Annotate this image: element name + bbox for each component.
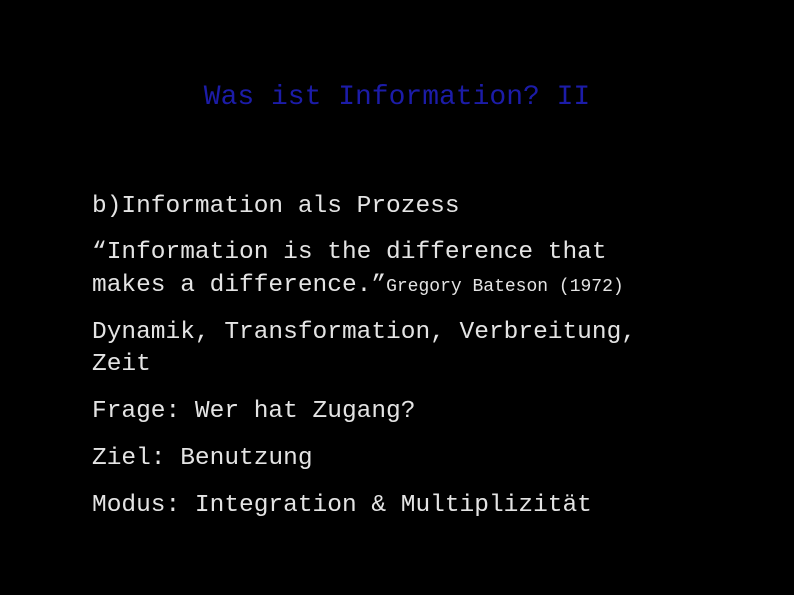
goal-line: Ziel: Benutzung bbox=[92, 445, 313, 472]
mode-line: Modus: Integration & Multiplizität bbox=[92, 492, 592, 519]
slide: Was ist Information? II b)Information al… bbox=[0, 0, 794, 595]
bullet-process: b)Information als Prozess bbox=[92, 193, 460, 220]
slide-title: Was ist Information? II bbox=[203, 82, 591, 113]
quote-line-1: “Information is the difference that bbox=[92, 239, 607, 266]
dynamics-line-2: Zeit bbox=[92, 351, 151, 378]
quote-attribution: Gregory Bateson (1972) bbox=[386, 277, 624, 297]
question-line: Frage: Wer hat Zugang? bbox=[92, 398, 416, 425]
quote-text: makes a difference.” bbox=[92, 272, 387, 299]
dynamics-line-1: Dynamik, Transformation, Verbreitung, bbox=[92, 319, 636, 346]
quote-line-2: makes a difference.”Gregory Bateson (197… bbox=[92, 269, 624, 304]
